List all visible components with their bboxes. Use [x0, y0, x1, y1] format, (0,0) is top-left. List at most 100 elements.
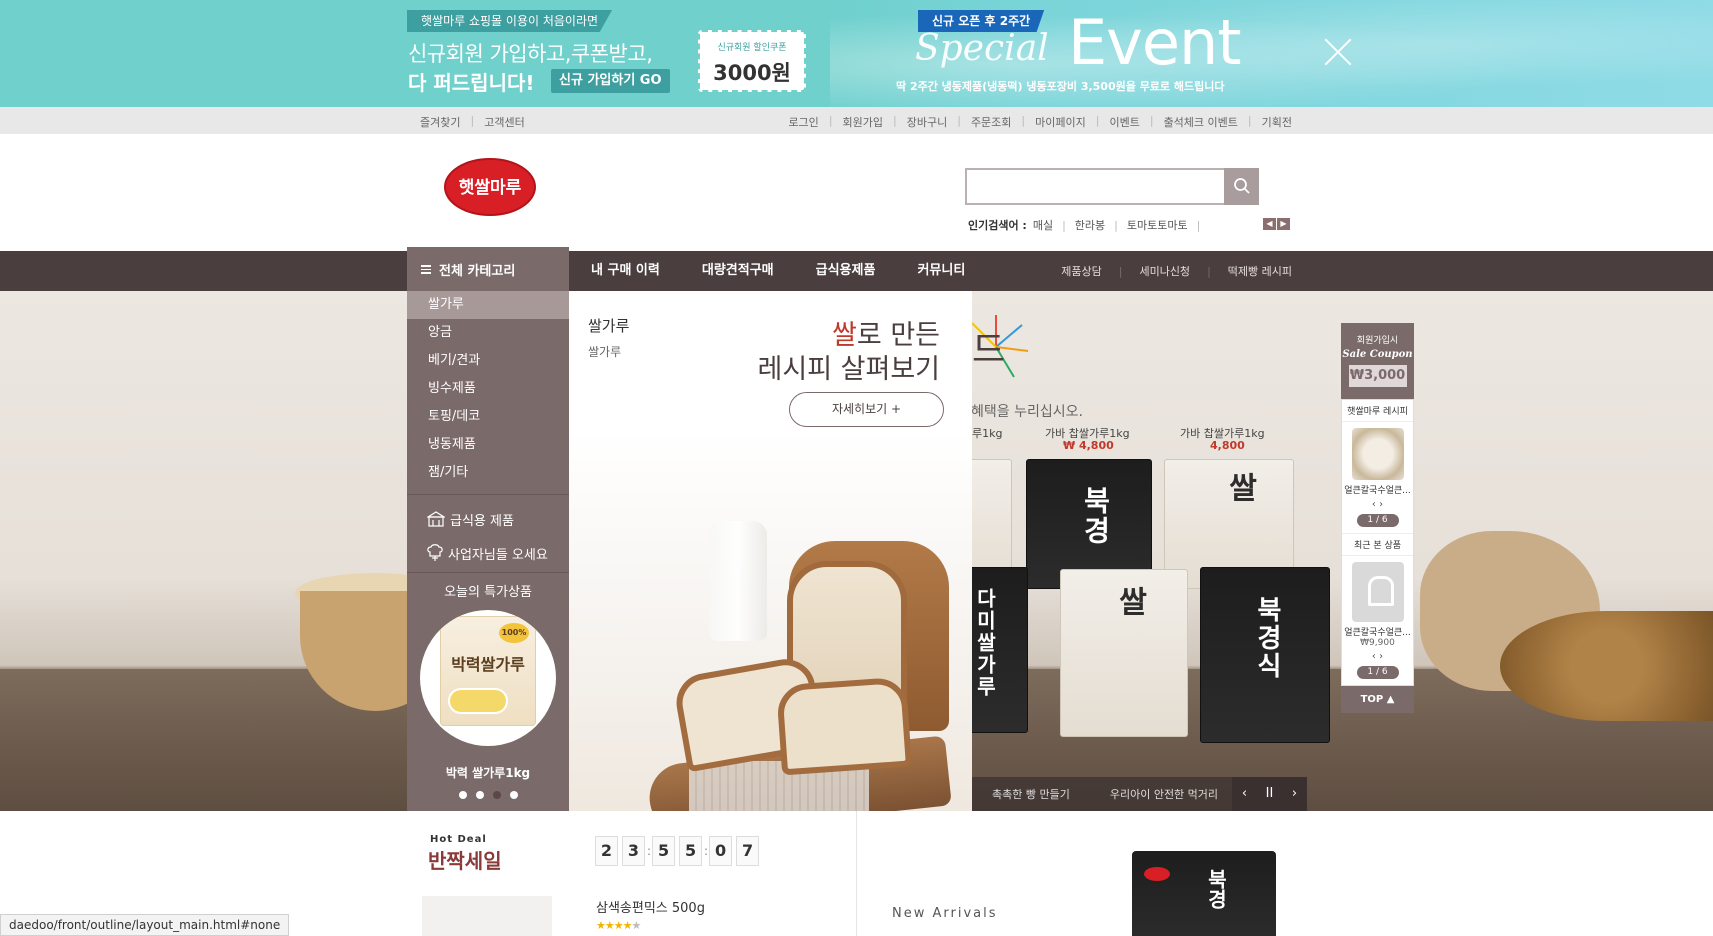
hero-product-name: 루1kg [972, 427, 1003, 440]
category-item-nuts[interactable]: 베기/견과 [407, 347, 569, 375]
signup-go-button[interactable]: 신규 가입하기 GO [551, 69, 670, 93]
quick-recipe-panel: 햇쌀마루 레시피 얼큰칼국수얼큰... ‹ › 1 / 6 최근 본 상품 얼큰… [1341, 399, 1414, 686]
all-category-label: 전체 카테고리 [439, 263, 516, 279]
util-link-attendance-event[interactable]: 출석체크 이벤트 [1164, 114, 1238, 130]
all-category-button[interactable]: 전체 카테고리 [407, 247, 569, 291]
quick-recent-arrows[interactable]: ‹ › [1342, 651, 1413, 662]
util-link-orders[interactable]: 주문조회 [971, 114, 1011, 130]
banner-close-icon[interactable] [1322, 36, 1354, 68]
category-item-jam[interactable]: 잼/기타 [407, 459, 569, 487]
util-link-login[interactable]: 로그인 [788, 114, 818, 130]
utility-right-links: 로그인 | 회원가입 | 장바구니 | 주문조회 | 마이페이지 | 이벤트 |… [788, 114, 1292, 130]
nav-purchase-history[interactable]: 내 구매 이력 [570, 251, 681, 291]
banner-headline: 신규회원 가입하고,쿠폰받고, [408, 42, 653, 66]
search-button[interactable] [1224, 168, 1259, 205]
coupon-label: 신규회원 할인쿠폰 [717, 43, 787, 53]
popular-keywords: 인기검색어 : 매실 | 한라봉 | 토마토토마토 | [968, 217, 1209, 233]
quick-recent-name[interactable]: 얼큰칼국수얼큰... [1342, 625, 1413, 638]
category-catering-link[interactable]: 급식용 제품 [407, 502, 569, 536]
banner-headline-2: 다 퍼드립니다! [408, 71, 535, 95]
quick-recipe-name[interactable]: 얼큰칼국수얼큰... [1342, 483, 1413, 496]
pager-dot[interactable] [509, 791, 518, 799]
nav-community[interactable]: 커뮤니티 [896, 251, 986, 291]
timer-digit: 3 [622, 836, 645, 866]
product-package[interactable]: 쌀 [1060, 569, 1188, 737]
hero-subtitle: 혜택을 누리십시오. [971, 404, 1083, 420]
nav-divider: | [1207, 264, 1211, 278]
main-navigation: 전체 카테고리 내 구매 이력 대량견적구매 급식용제품 커뮤니티 제품상담 |… [0, 247, 1713, 291]
pager-dot-active[interactable] [492, 791, 501, 799]
util-link-join[interactable]: 회원가입 [843, 114, 883, 130]
star-empty-icon: ★ [631, 919, 642, 932]
popular-keyword[interactable]: 매실 [1033, 217, 1053, 233]
category-panel-sublink[interactable]: 쌀가루 [588, 343, 621, 360]
product-logo [1144, 867, 1170, 881]
util-link-event[interactable]: 이벤트 [1109, 114, 1139, 130]
util-link-exhibition[interactable]: 기획전 [1262, 114, 1292, 130]
util-link-mypage[interactable]: 마이페이지 [1035, 114, 1086, 130]
hero-prev-icon[interactable]: ‹ [1232, 777, 1257, 811]
hero-tab[interactable]: 우리아이 안전한 먹거리 [1090, 786, 1238, 802]
nav-product-consult[interactable]: 제품상담 [1061, 263, 1101, 279]
special-pager-dots [407, 791, 569, 799]
category-service-label: 급식용 제품 [450, 513, 514, 529]
hero-next-icon[interactable]: › [1282, 777, 1307, 811]
browser-status-bar: daedoo/front/outline/layout_main.html#no… [0, 914, 290, 936]
quick-side-panel: 회원가입시 Sale Coupon ₩3,000 햇쌀마루 레시피 얼큰칼국수얼… [1341, 323, 1414, 713]
timer-digit: 5 [652, 836, 676, 866]
category-item-bingsu[interactable]: 빙수제품 [407, 375, 569, 403]
today-special-name[interactable]: 박력 쌀가루1kg [407, 764, 569, 781]
category-item-rice-flour[interactable]: 쌀가루 [407, 291, 569, 319]
hot-deal-product-name[interactable]: 삼색송편믹스 500g [596, 897, 705, 916]
quick-coupon-amount: ₩3,000 [1348, 365, 1407, 387]
timer-digit: 2 [595, 836, 618, 866]
quick-coupon-line2: Sale Coupon [1342, 349, 1413, 360]
product-package[interactable]: 북경식 [1200, 567, 1330, 743]
nav-recipe[interactable]: 떡제빵 레시피 [1228, 263, 1292, 279]
category-item-frozen[interactable]: 냉동제품 [407, 431, 569, 459]
quick-recipe-thumb[interactable] [1351, 428, 1404, 480]
special-roll-cake [448, 688, 508, 714]
hero-pause-icon[interactable]: II [1257, 777, 1282, 811]
popular-keyword[interactable]: 토마토토마토 [1127, 217, 1188, 233]
hero-product-price: 4,800 [1210, 439, 1245, 452]
search-input[interactable] [967, 170, 1221, 203]
util-link-cart[interactable]: 장바구니 [907, 114, 947, 130]
event-special-text: Special [915, 28, 1049, 69]
new-arrival-product[interactable]: 북경 [1132, 851, 1276, 936]
search-icon [1234, 178, 1250, 194]
nav-bulk-quote[interactable]: 대량견적구매 [681, 251, 795, 291]
nav-seminar[interactable]: 세미나신청 [1139, 263, 1190, 279]
top-promo-banner[interactable]: 햇쌀마루 쇼핑몰 이용이 처음이라면 신규회원 가입하고,쿠폰받고, 다 퍼드립… [0, 0, 1713, 107]
quick-recent-thumb[interactable] [1351, 562, 1404, 622]
milk-bottle [709, 521, 767, 641]
recipe-more-button[interactable]: 자세히보기 + [789, 392, 944, 427]
category-item-topping[interactable]: 토핑/데코 [407, 403, 569, 431]
util-link-customer-center[interactable]: 고객센터 [484, 114, 524, 130]
nav-catering-products[interactable]: 급식용제품 [795, 251, 897, 291]
today-special-image[interactable]: 100% 박력쌀가루 [420, 610, 556, 746]
quick-recent-price: ₩9,900 [1360, 638, 1395, 648]
scroll-top-button[interactable]: TOP ▲ [1341, 686, 1414, 713]
popular-keyword[interactable]: 한라봉 [1075, 217, 1105, 233]
util-link-favorites[interactable]: 즐겨찾기 [420, 114, 460, 130]
quick-recipe-arrows[interactable]: ‹ › [1342, 499, 1413, 510]
pager-dot[interactable] [458, 791, 467, 799]
hero-slide-controls: 촉촉한 빵 만들기 우리아이 안전한 먹거리 ‹ II › [972, 777, 1307, 811]
popular-prev-icon[interactable]: ◀ [1263, 218, 1276, 230]
signup-sale-coupon[interactable]: 회원가입시 Sale Coupon ₩3,000 [1341, 323, 1414, 399]
pager-dot[interactable] [475, 791, 484, 799]
site-header: 햇쌀마루 인기검색어 : 매실 | 한라봉 | 토마토토마토 | ◀ ▶ [0, 134, 1713, 251]
hot-deal-timer: 2 3 : 5 5 : 0 7 [595, 836, 763, 866]
package-text: 쌀 [1222, 472, 1257, 504]
popular-next-icon[interactable]: ▶ [1277, 218, 1290, 230]
hero-product-price: ₩ 4,800 [1063, 439, 1114, 452]
category-business-link[interactable]: 사업자님들 오세요 [407, 536, 569, 570]
star-filled-icon: ★ [596, 919, 606, 932]
hot-deal-image[interactable] [422, 896, 552, 936]
page: 햇쌀마루 쇼핑몰 이용이 처음이라면 신규회원 가입하고,쿠폰받고, 다 퍼드립… [0, 0, 1713, 936]
util-divider: | [1149, 114, 1154, 127]
site-logo[interactable]: 햇쌀마루 [443, 156, 537, 218]
category-item-bean-paste[interactable]: 앙금 [407, 319, 569, 347]
hero-tab[interactable]: 촉촉한 빵 만들기 [972, 786, 1090, 802]
